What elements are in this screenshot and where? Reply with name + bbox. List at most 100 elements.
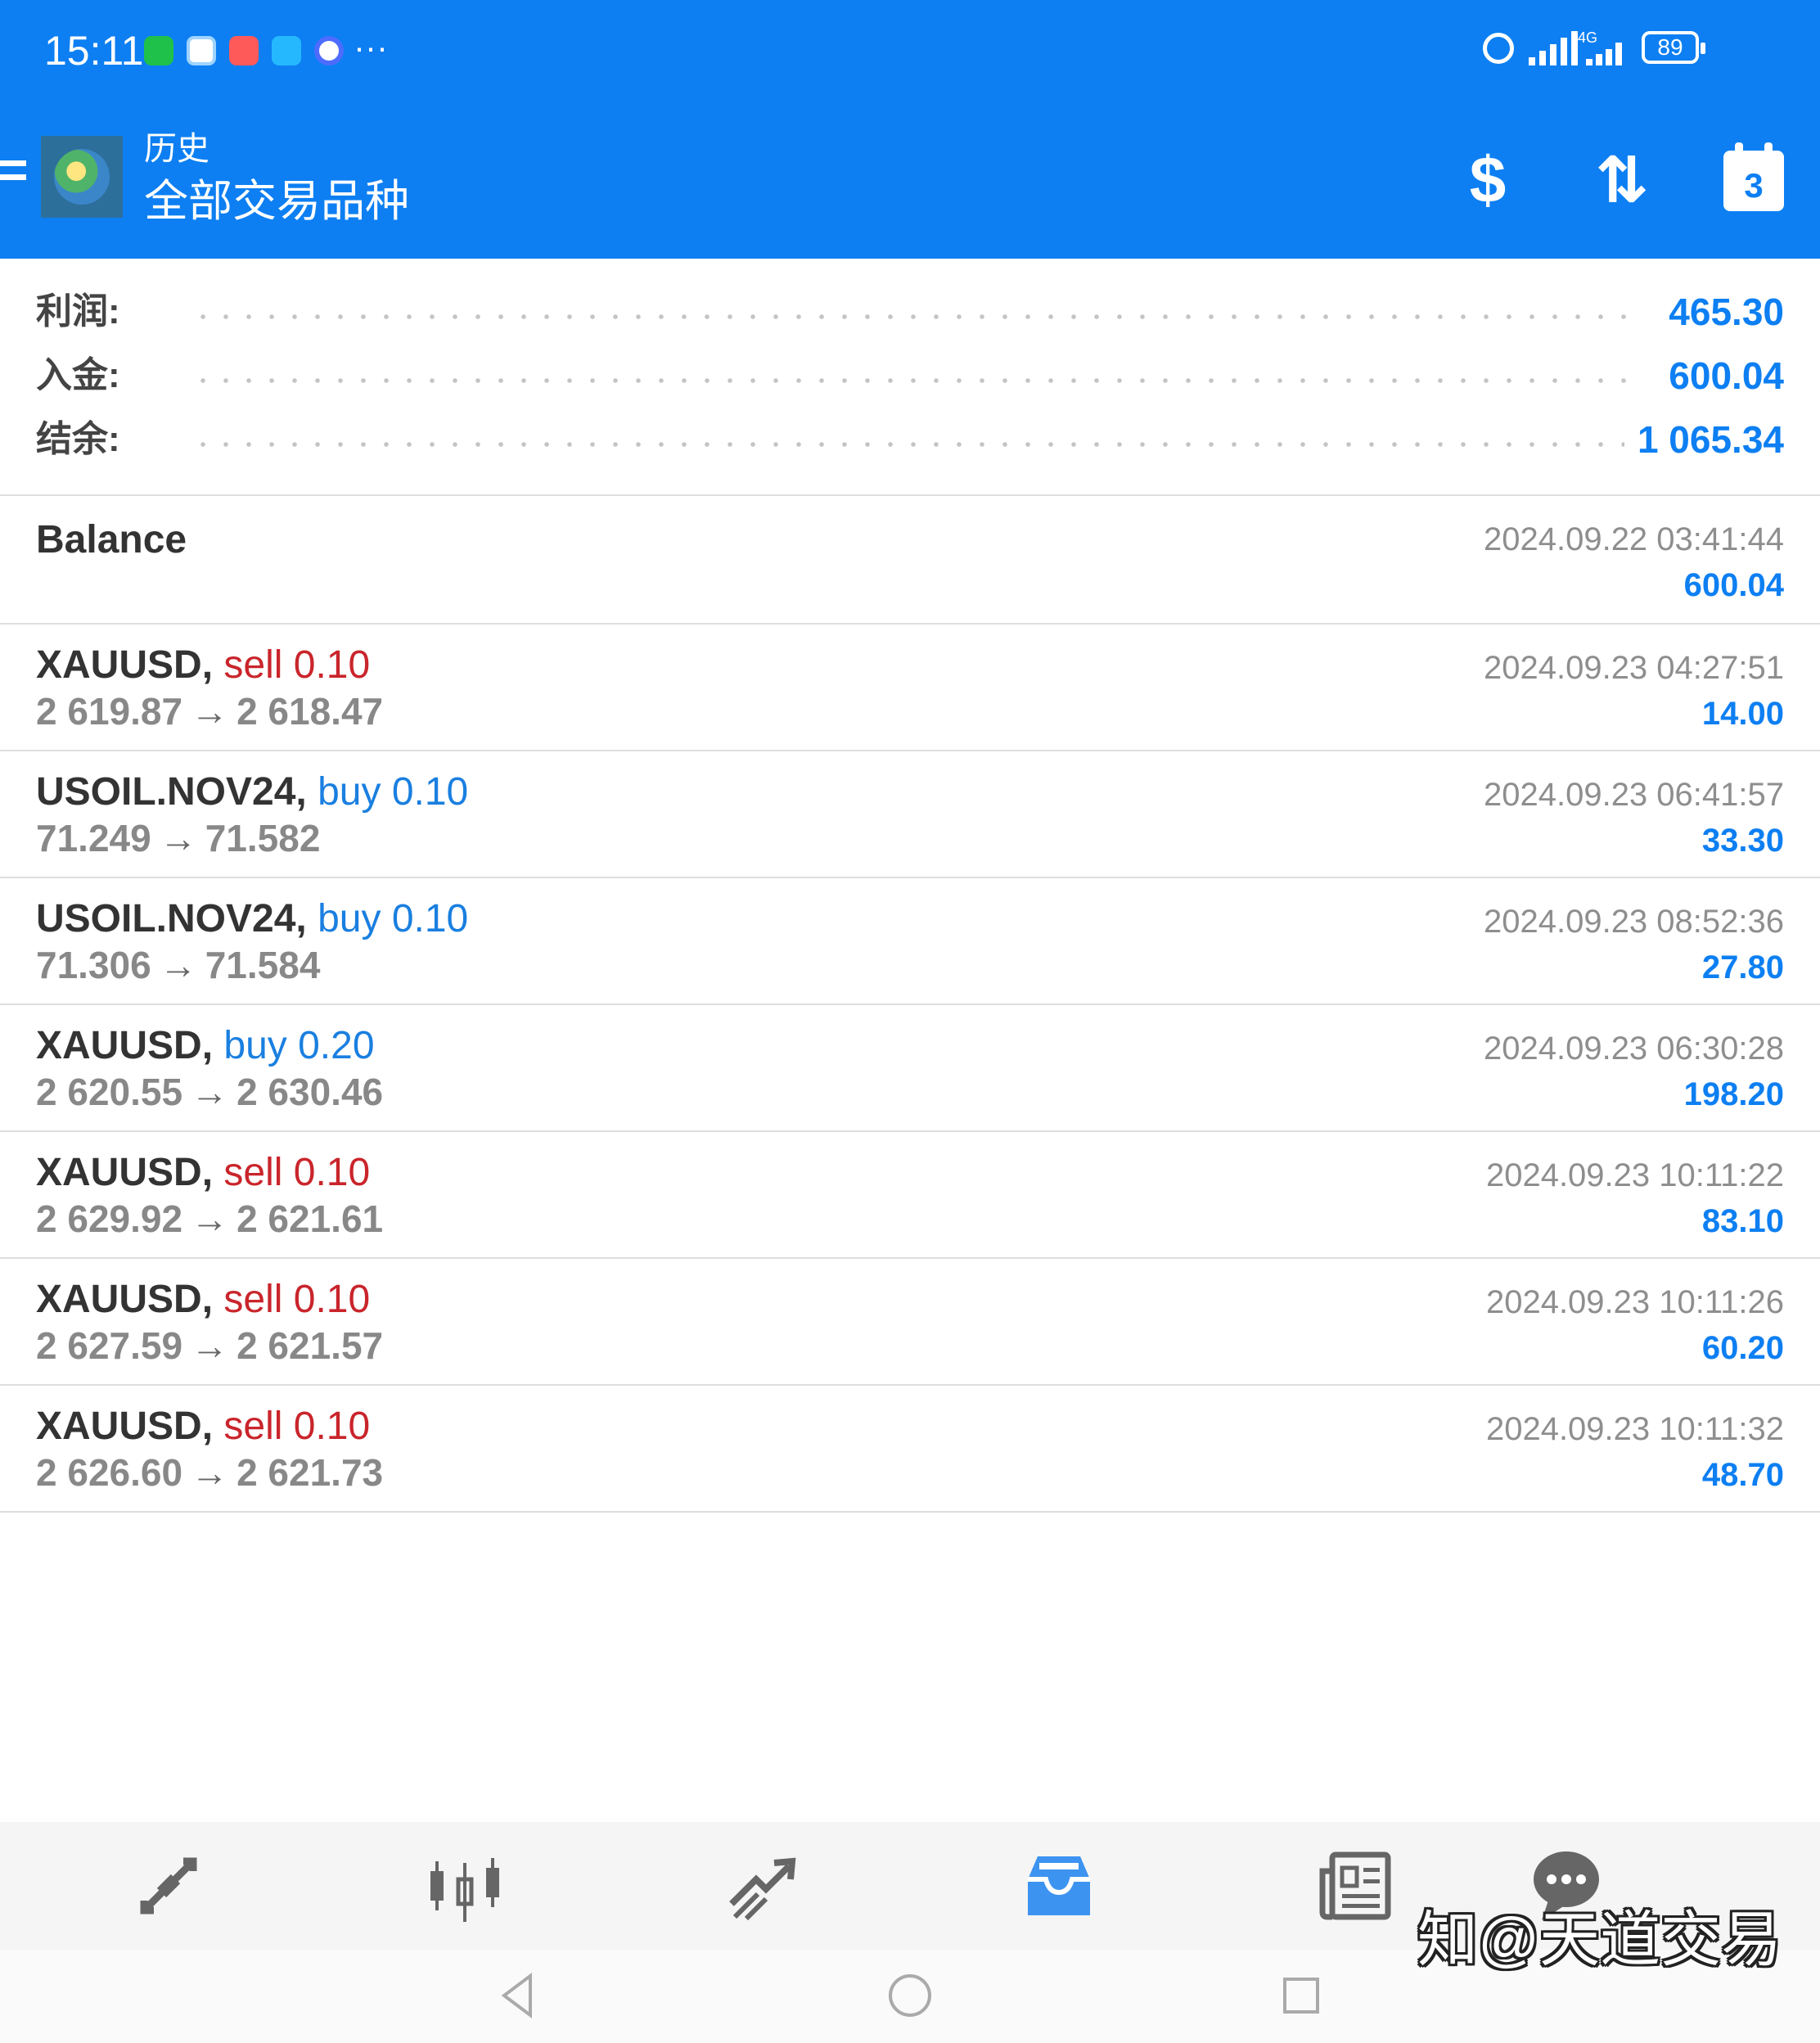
- deal-side: sell: [223, 1405, 283, 1448]
- deal-row[interactable]: XAUUSD, sell 0.10 2 629.92 → 2 621.61 2024…: [0, 1132, 1820, 1257]
- close-price: 2 621.61: [237, 1197, 384, 1240]
- summary-label: 结余:: [36, 419, 120, 459]
- dotted-leader: [191, 442, 1632, 447]
- close-price: 2 621.57: [237, 1324, 384, 1367]
- open-price: 2 619.87: [36, 690, 183, 733]
- arrow-right-icon: →: [191, 1324, 229, 1367]
- summary-profit-row: 利润: 465.30: [0, 280, 1820, 344]
- calendar-icon[interactable]: 3: [1717, 141, 1795, 219]
- dotted-leader: [191, 378, 1632, 383]
- red-app-icon: [229, 36, 259, 65]
- deal-row[interactable]: USOIL.NOV24, buy 0.10 71.249 → 71.582 2024…: [0, 751, 1820, 877]
- signal-icon: [1578, 43, 1630, 65]
- deal-profit: 48.70: [1701, 1457, 1784, 1493]
- symbol-filter-title[interactable]: 全部交易品种: [144, 174, 409, 229]
- summary-label: 利润:: [36, 291, 120, 331]
- deal-row[interactable]: USOIL.NOV24, buy 0.10 71.306 → 71.584 2024…: [0, 878, 1820, 1003]
- chart-icon[interactable]: [426, 1847, 504, 1925]
- top-bar: 15:11 ··· 4G 89 历史 全部交易品种 $ ⇅ 3: [0, 0, 1820, 259]
- sort-icon[interactable]: ⇅: [1583, 141, 1661, 219]
- chat-icon: [272, 36, 301, 65]
- recents-icon[interactable]: [1275, 1969, 1327, 2022]
- open-price: 2 627.59: [36, 1324, 183, 1367]
- arrow-right-icon: →: [159, 817, 197, 859]
- close-price: 2 618.47: [237, 690, 384, 733]
- wechat-icon: [144, 36, 173, 65]
- deal-time: 2024.09.23 10:11:26: [1485, 1284, 1784, 1320]
- balance-label: Balance: [36, 518, 187, 561]
- deal-profit: 33.30: [1701, 823, 1784, 859]
- deal-profit: 27.80: [1701, 949, 1784, 985]
- deal-row[interactable]: XAUUSD, sell 0.10 2 627.59 → 2 621.57 2024…: [0, 1259, 1820, 1384]
- status-bar: 15:11 ··· 4G 89: [0, 0, 1820, 98]
- app-screen: 15:11 ··· 4G 89 历史 全部交易品种 $ ⇅ 3 利润: 465.…: [0, 0, 1820, 2043]
- dotted-leader: [191, 314, 1632, 319]
- watermark: 知@天道交易: [1417, 1905, 1782, 1973]
- deal-volume: 0.10: [293, 1405, 371, 1448]
- balance-row[interactable]: Balance 2024.09.22 03:41:44 600.04: [0, 496, 1820, 621]
- summary-panel: 利润: 465.30 入金: 600.04 结余: 1 065.34: [0, 259, 1820, 496]
- deal-row[interactable]: XAUUSD, sell 0.10 2 619.87 → 2 618.47 2024…: [0, 625, 1820, 750]
- deal-side: buy: [318, 770, 381, 814]
- alarm-icon: [1483, 33, 1514, 64]
- arrow-right-icon: →: [191, 690, 229, 733]
- close-price: 71.584: [205, 944, 321, 986]
- deal-volume: 0.10: [391, 770, 469, 814]
- app-logo: [41, 136, 123, 218]
- arrow-right-icon: →: [191, 1071, 229, 1113]
- close-price: 2 630.46: [237, 1071, 384, 1113]
- news-icon[interactable]: [1316, 1847, 1394, 1925]
- arrow-right-icon: →: [159, 944, 197, 986]
- battery-icon: 89: [1642, 31, 1705, 64]
- deal-row[interactable]: XAUUSD, buy 0.20 2 620.55 → 2 630.46 2024.…: [0, 1005, 1820, 1130]
- deal-symbol: XAUUSD,: [36, 1151, 214, 1194]
- deal-symbol: XAUUSD,: [36, 643, 214, 687]
- quotes-icon[interactable]: [129, 1847, 208, 1925]
- deal-symbol: USOIL.NOV24,: [36, 897, 307, 940]
- summary-value: 600.04: [1656, 344, 1784, 408]
- deal-volume: 0.10: [391, 897, 469, 940]
- deal-time: 2024.09.23 08:52:36: [1483, 904, 1784, 940]
- open-price: 71.306: [36, 944, 151, 986]
- more-notifications: ···: [354, 28, 388, 66]
- deal-side: sell: [223, 1151, 283, 1194]
- deal-side: sell: [223, 643, 283, 687]
- deal-side: sell: [223, 1278, 283, 1321]
- deal-symbol: XAUUSD,: [36, 1278, 214, 1321]
- deal-time: 2024.09.23 06:41:57: [1483, 777, 1784, 813]
- close-price: 71.582: [205, 817, 321, 859]
- trade-icon[interactable]: [723, 1847, 802, 1925]
- deal-volume: 0.10: [293, 643, 371, 687]
- menu-icon[interactable]: [0, 160, 26, 196]
- circle-app-icon: [314, 36, 344, 65]
- deal-time: 2024.09.23 10:11:32: [1485, 1411, 1784, 1447]
- deal-symbol: XAUUSD,: [36, 1405, 214, 1448]
- summary-balance-row: 结余: 1 065.34: [0, 408, 1820, 471]
- summary-label: 入金:: [36, 355, 120, 395]
- arrow-right-icon: →: [191, 1197, 229, 1240]
- deal-volume: 0.10: [293, 1278, 371, 1321]
- deal-time: 2024.09.23 10:11:22: [1485, 1157, 1784, 1193]
- open-price: 2 626.60: [36, 1451, 183, 1494]
- close-price: 2 621.73: [237, 1451, 384, 1494]
- deal-profit: 14.00: [1701, 696, 1784, 732]
- deal-time: 2024.09.23 06:30:28: [1483, 1031, 1784, 1067]
- summary-deposit-row: 入金: 600.04: [0, 344, 1820, 408]
- deal-volume: 0.10: [293, 1151, 371, 1194]
- deal-side: buy: [223, 1024, 287, 1067]
- back-icon[interactable]: [493, 1969, 545, 2022]
- deal-symbol: USOIL.NOV24,: [36, 770, 307, 814]
- history-icon[interactable]: [1020, 1847, 1098, 1925]
- open-price: 2 629.92: [36, 1197, 183, 1240]
- deal-side: buy: [318, 897, 381, 940]
- currency-exchange-icon[interactable]: $: [1448, 141, 1527, 219]
- header-subtitle: 历史: [144, 131, 209, 167]
- deal-row[interactable]: XAUUSD, sell 0.10 2 626.60 → 2 621.73 2024…: [0, 1386, 1820, 1511]
- deal-volume: 0.20: [298, 1024, 375, 1067]
- deal-symbol: XAUUSD,: [36, 1024, 214, 1067]
- message-icon: [187, 36, 216, 65]
- deal-profit: 60.20: [1701, 1330, 1784, 1366]
- summary-value: 465.30: [1656, 280, 1784, 344]
- home-icon[interactable]: [884, 1969, 936, 2022]
- open-price: 71.249: [36, 817, 151, 859]
